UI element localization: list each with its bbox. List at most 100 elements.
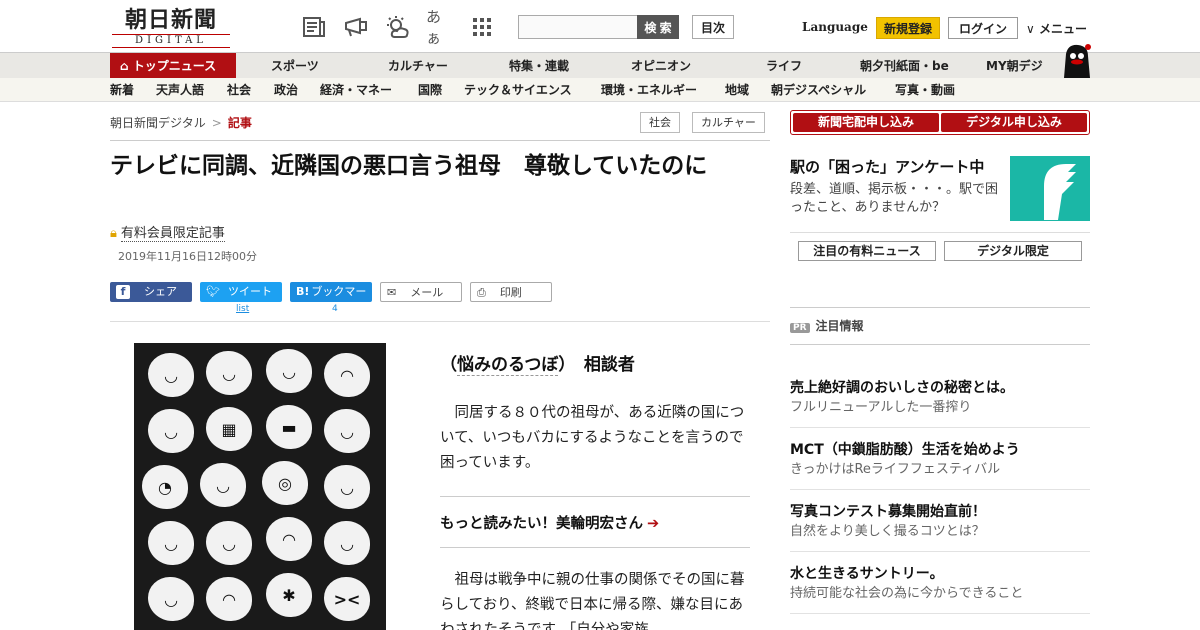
breadcrumb: 朝日新聞デジタル > 記事	[110, 114, 252, 131]
weather-icon[interactable]	[384, 14, 412, 40]
nav-top-news[interactable]: ⌂ トップニュース	[110, 53, 236, 79]
pr-item-sub: 持続可能な社会の為に今からできること	[790, 586, 1024, 601]
logo-en: DIGITAL	[112, 34, 230, 48]
search-input[interactable]	[518, 15, 638, 39]
divider	[790, 307, 1090, 308]
megaphone-icon[interactable]	[342, 14, 370, 40]
subnav-item[interactable]: 社会	[227, 78, 251, 102]
pr-item-title: 売上絶好調のおいしさの秘密とは。	[790, 380, 1014, 396]
nav-item[interactable]: オピニオン	[631, 53, 691, 79]
divider	[790, 427, 1090, 428]
survey-title[interactable]: 駅の「困った」アンケート中	[790, 156, 984, 177]
face-illustration: ◡	[266, 349, 312, 393]
newspaper-icon[interactable]	[300, 14, 328, 40]
subnav-item[interactable]: 写真・動画	[895, 78, 955, 102]
nav-item[interactable]: ライフ	[766, 53, 802, 79]
search-button[interactable]: 検 索	[637, 15, 679, 39]
facebook-share-button[interactable]: f シェア	[110, 282, 192, 302]
read-more-label: もっと読みたい！美輪明宏さん	[440, 516, 643, 532]
read-more-link[interactable]: もっと読みたい！美輪明宏さん ➔	[440, 512, 659, 533]
article-photo[interactable]: ◡ ◡ ◡ ◠ ◡ ▦ ▬ ◡ ◔ ◡ ◎ ◡ ◡ ◡ ◠ ◡ ◡ ◠ ✱ ><	[134, 343, 386, 630]
font-size-icon[interactable]: あぁ	[426, 8, 454, 47]
divider	[110, 140, 770, 141]
twitter-bird-icon: 🐦︎	[206, 285, 220, 298]
face-illustration: ✱	[266, 573, 312, 617]
apps-grid-icon[interactable]	[468, 14, 496, 40]
publish-date: 2019年11月16日12時00分	[118, 250, 257, 263]
paid-member-label[interactable]: 🔒︎ 有料会員限定記事	[110, 222, 225, 242]
nav-item[interactable]: MY朝デジ	[986, 53, 1043, 79]
face-illustration: ◡	[148, 353, 194, 397]
twitter-count[interactable]: list	[236, 304, 249, 314]
column-link[interactable]: 悩みのるつぼ	[457, 355, 559, 376]
face-illustration: ▦	[206, 407, 252, 451]
pr-item-title: MCT（中鎖脂肪酸）生活を始めよう	[790, 442, 1020, 458]
login-button[interactable]: ログイン	[948, 17, 1018, 39]
nav-item[interactable]: 特集・連載	[509, 53, 569, 79]
subnav-item[interactable]: 朝デジスペシャル	[771, 78, 866, 102]
breadcrumb-home[interactable]: 朝日新聞デジタル	[110, 116, 206, 130]
menu-button[interactable]: ∨ メニュー	[1026, 20, 1087, 37]
hatena-count[interactable]: 4	[332, 304, 338, 314]
mascot-icon[interactable]	[1058, 42, 1092, 78]
pr-item[interactable]: 水と生きるサントリー。 持続可能な社会の為に今からできること	[790, 564, 1090, 604]
subnav-item[interactable]: 天声人語	[156, 78, 204, 102]
face-illustration: ◡	[148, 409, 194, 453]
divider	[110, 321, 770, 322]
mail-button[interactable]: ✉ メール	[380, 282, 462, 302]
hatena-bookmark-button[interactable]: B! ブックマーク	[290, 282, 372, 318]
pr-item[interactable]: 写真コンテスト募集開始直前！ 自然をより美しく撮るコツとは？	[790, 502, 1090, 542]
twitter-share-button[interactable]: 🐦︎ ツイート	[200, 282, 282, 302]
article-paragraph: 祖母は戦争中に親の仕事の関係でその国に暮らしており、終戦で日本に帰る際、嫌な目に…	[440, 572, 745, 630]
pr-section-heading: PR 注目情報	[790, 317, 864, 334]
face-illustration: ◔	[142, 465, 188, 509]
home-delivery-button[interactable]: 新聞宅配申し込み	[793, 113, 939, 132]
subscribe-buttons: 新聞宅配申し込み デジタル申し込み	[790, 110, 1090, 135]
divider	[440, 547, 750, 548]
twitter-share-label: ツイート	[227, 285, 272, 298]
digital-only-button[interactable]: デジタル限定	[944, 241, 1082, 261]
breadcrumb-sep: >	[211, 116, 222, 130]
subnav-item[interactable]: 新着	[110, 78, 134, 102]
nav-item[interactable]: スポーツ	[271, 53, 319, 79]
article-paragraph: 同居する８０代の祖母が、ある近隣の国について、いつもバカにするようなことを言うの…	[440, 405, 745, 471]
subnav-item[interactable]: 国際	[418, 78, 442, 102]
divider	[790, 232, 1090, 233]
print-button[interactable]: ⎙ 印刷	[470, 282, 552, 302]
divider	[790, 551, 1090, 552]
index-button[interactable]: 目次	[692, 15, 734, 39]
digital-subscribe-button[interactable]: デジタル申し込み	[941, 113, 1087, 132]
subnav-item[interactable]: 政治	[274, 78, 298, 102]
subnav-item[interactable]: 経済・マネー	[320, 78, 392, 102]
register-button[interactable]: 新規登録	[876, 17, 940, 39]
face-illustration: ◠	[266, 517, 312, 561]
category-tag[interactable]: カルチャー	[692, 112, 765, 133]
face-illustration: ◡	[324, 409, 370, 453]
subnav-item[interactable]: 地域	[725, 78, 749, 102]
pr-item[interactable]: 売上絶好調のおいしさの秘密とは。 フルリニューアルした一番搾り	[790, 378, 1090, 418]
print-label: 印刷	[499, 286, 522, 299]
face-illustration: ◡	[206, 521, 252, 565]
breadcrumb-current: 記事	[227, 116, 252, 130]
site-header: 朝日新聞 DIGITAL あぁ 検 索 目次 Language 新規登録 ログイ…	[0, 0, 1200, 52]
language-link[interactable]: Language	[802, 20, 868, 34]
subnav-item[interactable]: 環境・エネルギー	[601, 78, 697, 102]
subnav-item[interactable]: テック＆サイエンス	[464, 78, 572, 102]
pr-item-sub: 自然をより美しく撮るコツとは？	[790, 524, 985, 539]
sub-nav: 新着 天声人語 社会 政治 経済・マネー 国際 テック＆サイエンス 環境・エネル…	[0, 78, 1200, 102]
nav-item[interactable]: 朝夕刊紙面・be	[860, 53, 949, 79]
column-heading: （悩みのるつぼ） 相談者	[440, 350, 635, 376]
home-icon: ⌂	[120, 59, 129, 73]
pr-item[interactable]: MCT（中鎖脂肪酸）生活を始めよう きっかけはReライフフェスティバル	[790, 440, 1090, 480]
divider	[790, 489, 1090, 490]
nav-top-label: トップニュース	[132, 59, 217, 73]
category-tag[interactable]: 社会	[640, 112, 680, 133]
nav-item[interactable]: カルチャー	[388, 53, 448, 79]
paid-news-button[interactable]: 注目の有料ニュース	[798, 241, 936, 261]
face-illustration: ◡	[200, 463, 246, 507]
paid-label-text: 有料会員限定記事	[120, 226, 225, 242]
survey-logo-icon[interactable]	[1010, 156, 1090, 221]
heading-suffix: ） 相談者	[558, 355, 635, 375]
pr-item-title: 水と生きるサントリー。	[790, 566, 944, 582]
asahi-logo[interactable]: 朝日新聞 DIGITAL	[112, 8, 230, 48]
